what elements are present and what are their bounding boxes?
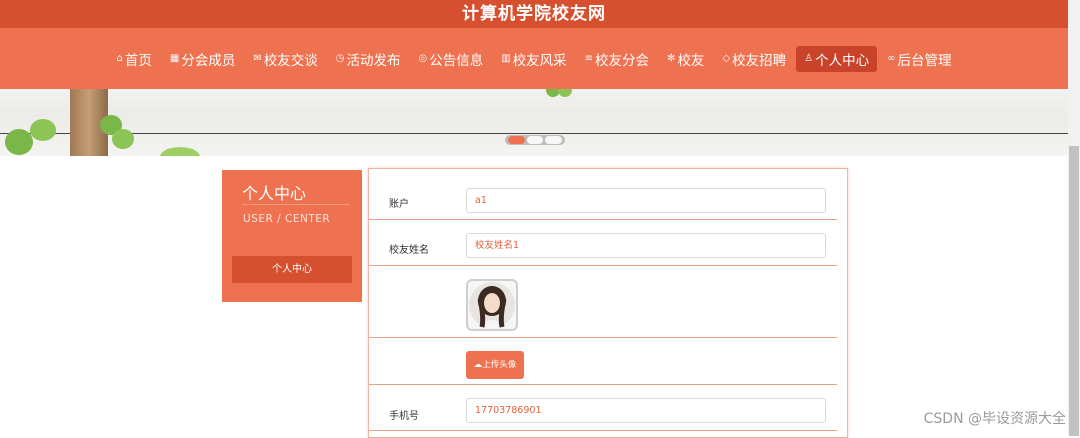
sidebar-title: 个人中心 [242, 184, 307, 203]
carousel-dot[interactable] [526, 136, 544, 144]
nav-item-3[interactable]: ◷ 活动发布 [328, 46, 409, 72]
nav-item-9[interactable]: ♙ 个人中心 [796, 45, 878, 72]
clover-leaf [558, 89, 572, 97]
nav-item-5[interactable]: ▥ 校友风采 [493, 46, 574, 72]
avatar-image [466, 279, 518, 331]
nav-item-2[interactable]: ✉ 校友交谈 [245, 46, 325, 72]
sidebar-divider [242, 204, 350, 205]
members-icon: ▦ [169, 53, 180, 64]
upload-avatar-button[interactable]: ☁上传头像 [466, 351, 524, 379]
name-label: 校友姓名 [389, 245, 429, 256]
clover-leaf [112, 129, 134, 149]
account-input[interactable]: a1 [466, 188, 826, 213]
notice-icon: ◎ [418, 53, 428, 64]
nav-item-label: 个人中心 [815, 52, 870, 69]
name-input[interactable]: 校友姓名1 [466, 233, 826, 258]
nav-item-label: 分会成员 [181, 52, 236, 69]
nav-item-label: 校友分会 [595, 52, 650, 69]
nav-item-10[interactable]: ∞ 后台管理 [879, 46, 959, 72]
star-icon: ✻ [667, 53, 676, 64]
carousel-dot[interactable] [545, 136, 563, 144]
avatar-row [369, 266, 837, 338]
phone-label: 手机号 [389, 411, 419, 422]
home-icon: ⌂ [116, 53, 123, 64]
carousel-indicators [505, 135, 565, 145]
nav-item-label: 校友 [677, 52, 705, 69]
avatar-portrait-icon [469, 282, 515, 329]
nav-item-1[interactable]: ▦ 分会成员 [162, 46, 243, 72]
clover-leaf [5, 129, 33, 155]
name-row: 校友姓名 校友姓名1 [369, 220, 837, 266]
sidebar-panel: 个人中心 USER / CENTER 个人中心 [222, 170, 362, 302]
site-title-bar: 计算机学院校友网 [0, 0, 1068, 28]
carousel-dot[interactable] [508, 136, 525, 144]
main-nav: ⌂ 首页 ▦ 分会成员 ✉ 校友交谈 ◷ 活动发布 ◎ 公告信息 ▥ 校友风采 ≡ 校友分会 ✻ 校友 ◇ 校友招… [0, 28, 1068, 89]
phone-input[interactable]: 17703786901 [466, 398, 826, 423]
sidebar-subtitle: USER / CENTER [243, 213, 331, 225]
account-label: 账户 [389, 199, 409, 210]
link-icon: ∞ [887, 53, 896, 64]
tag-icon: ◇ [722, 53, 731, 64]
scrollbar-thumb[interactable] [1069, 146, 1079, 436]
nav-item-label: 活动发布 [346, 52, 401, 69]
nav-item-8[interactable]: ◇ 校友招聘 [714, 46, 794, 72]
nav-item-label: 校友风采 [512, 52, 567, 69]
nav-item-6[interactable]: ≡ 校友分会 [577, 46, 657, 72]
profile-form: 账户 a1 校友姓名 校友姓名1 ☁上传头像 手机号 17703786901 [368, 168, 848, 438]
account-row: 账户 a1 [369, 169, 837, 220]
watermark-text: CSDN @毕设资源大全 [923, 411, 1066, 427]
nav-item-0[interactable]: ⌂ 首页 [109, 46, 160, 72]
banner-plank-line [0, 133, 1068, 134]
gallery-icon: ▥ [501, 53, 511, 64]
site-title: 计算机学院校友网 [462, 4, 606, 24]
clock-icon: ◷ [335, 53, 345, 64]
clover-leaf [160, 147, 200, 156]
phone-row: 手机号 17703786901 [369, 385, 837, 431]
user-icon: ♙ [804, 53, 814, 64]
nav-item-label: 校友交谈 [263, 52, 318, 69]
sidebar-item-personal-center[interactable]: 个人中心 [232, 256, 352, 283]
branch-icon: ≡ [584, 53, 594, 64]
nav-item-label: 后台管理 [897, 52, 952, 69]
clover-leaf [30, 119, 56, 141]
nav-item-7[interactable]: ✻ 校友 [659, 46, 712, 72]
banner-carousel [0, 89, 1068, 156]
nav-item-label: 公告信息 [429, 52, 484, 69]
upload-row [369, 338, 837, 385]
cloud-upload-icon: ☁ [473, 360, 483, 370]
nav-item-label: 校友招聘 [732, 52, 787, 69]
upload-avatar-label: 上传头像 [482, 360, 517, 370]
nav-item-4[interactable]: ◎ 公告信息 [410, 46, 491, 72]
page-scrollbar[interactable] [1068, 0, 1080, 436]
mail-icon: ✉ [253, 53, 262, 64]
nav-item-label: 首页 [124, 52, 152, 69]
